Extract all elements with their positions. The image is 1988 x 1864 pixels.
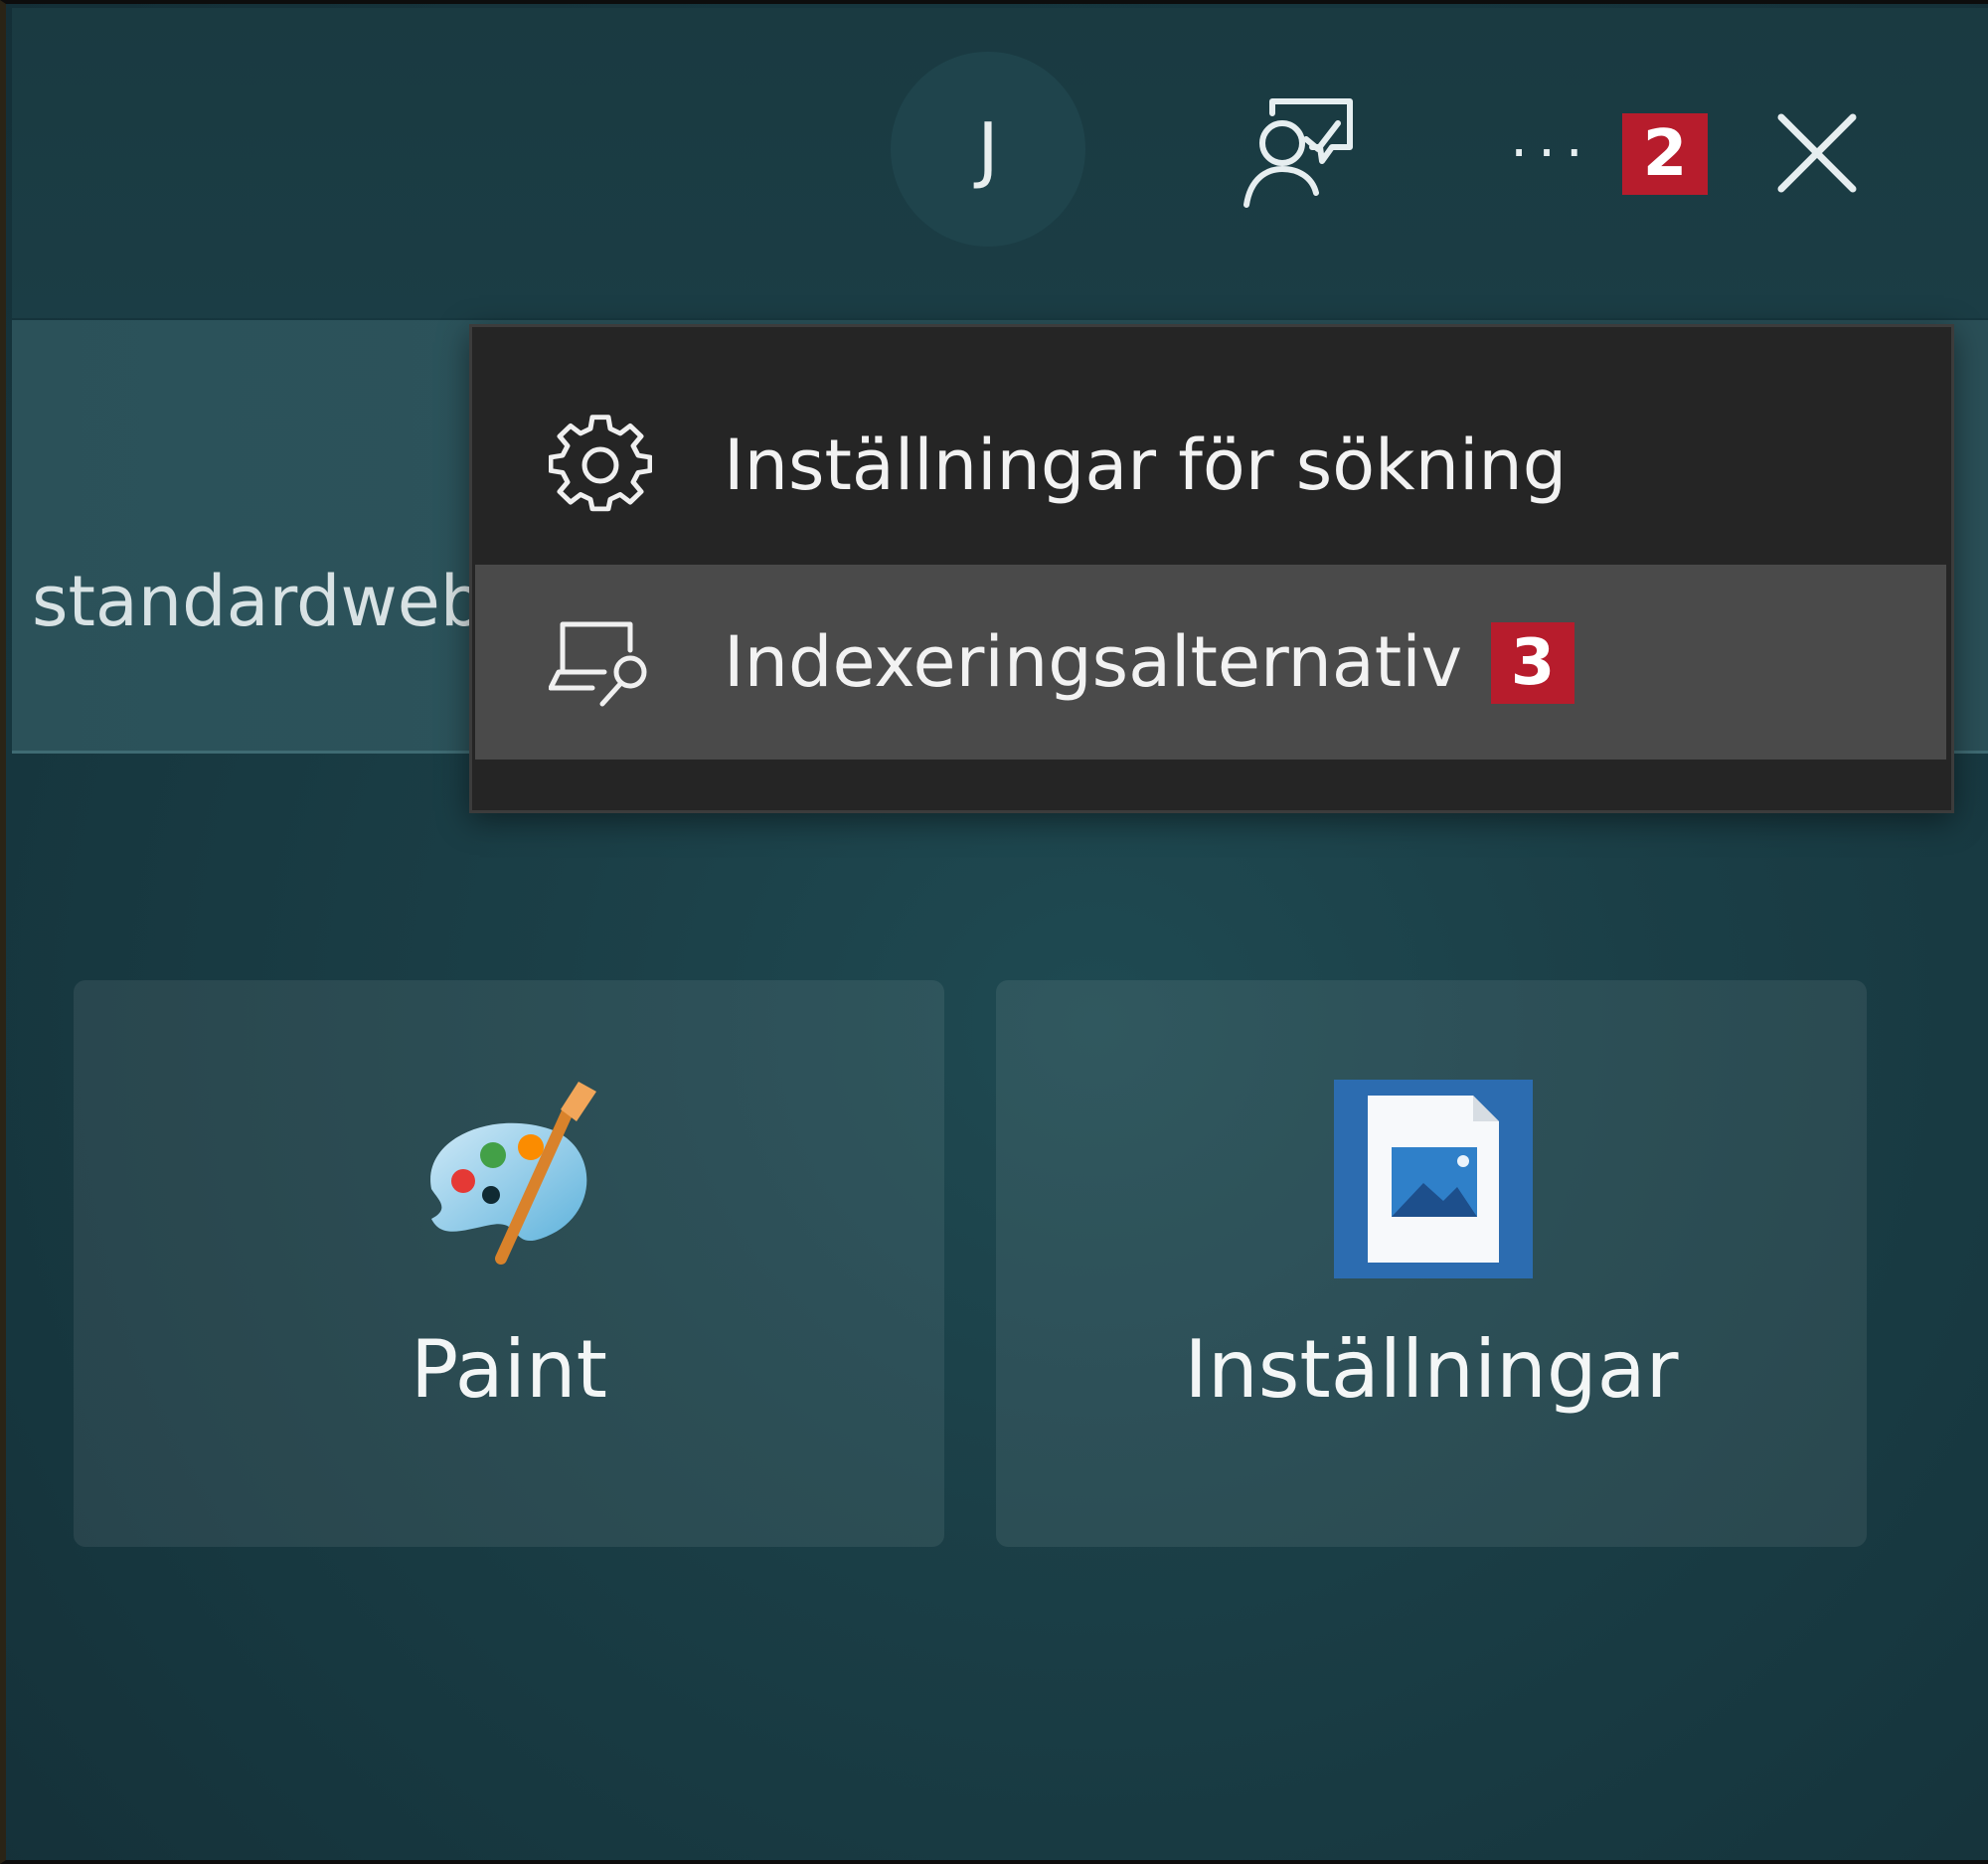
- menu-item-label: Inställningar för sökning: [724, 424, 1568, 506]
- image-file-icon: [1334, 1080, 1533, 1278]
- gear-icon: [549, 415, 652, 512]
- menu-item-indexing-options[interactable]: Indexeringsalternativ: [475, 565, 1946, 760]
- app-tile-paint[interactable]: Paint: [74, 980, 944, 1547]
- more-dots: ···: [1510, 120, 1593, 186]
- app-label: Paint: [411, 1323, 607, 1416]
- feedback-person-icon[interactable]: [1237, 93, 1356, 213]
- avatar-initial: J: [977, 107, 999, 191]
- search-row-text: standardweb: [32, 561, 469, 642]
- annotation-badge-2: 2: [1622, 113, 1708, 195]
- menu-item-search-settings[interactable]: Inställningar för sökning: [475, 368, 1946, 563]
- app-label: Inställningar: [1184, 1323, 1679, 1416]
- close-icon[interactable]: [1767, 103, 1867, 203]
- app-tile-settings[interactable]: Inställningar: [996, 980, 1867, 1547]
- more-options-button[interactable]: ···: [1497, 103, 1606, 203]
- account-avatar[interactable]: J: [891, 52, 1085, 247]
- annotation-badge-3: 3: [1491, 622, 1574, 704]
- paint-palette-icon: [430, 1082, 596, 1265]
- search-window: J ··· 2 standardweb Inställningar för sö…: [0, 0, 1988, 1864]
- indexing-options-icon: [549, 621, 647, 707]
- menu-item-label: Indexeringsalternativ: [724, 621, 1463, 703]
